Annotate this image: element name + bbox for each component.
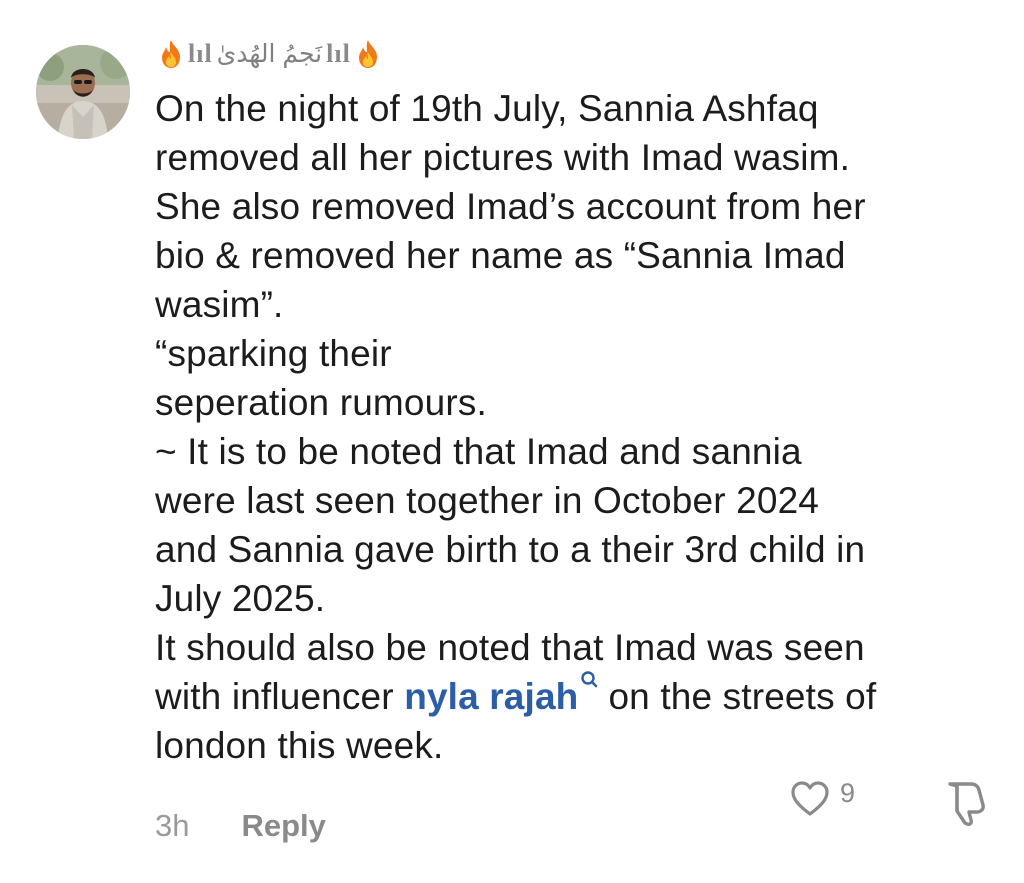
comment-line: london this week.	[155, 725, 444, 766]
comment-line: bio & removed her name as “Sannia Imad	[155, 235, 846, 276]
comment-line: and Sannia gave birth to a their 3rd chi…	[155, 529, 866, 570]
avatar-photo	[36, 45, 130, 139]
fire-emoji-icon	[358, 40, 377, 68]
username-row[interactable]: lıl نَجمُ الهُدیٰ lıl	[158, 32, 381, 76]
like-button[interactable]: 9	[790, 777, 856, 818]
thumbs-down-outline-icon	[948, 782, 985, 826]
avatar[interactable]	[36, 45, 130, 139]
comment-line-with-mention: with influencer nyla rajah on the streets…	[155, 671, 1005, 721]
fire-emoji-icon	[162, 40, 180, 68]
mention-link[interactable]: nyla rajah	[404, 671, 608, 721]
comment-line: seperation rumours.	[155, 382, 487, 423]
comment-line: were last seen together in October 2024	[155, 480, 820, 521]
comment-line: It should also be noted that Imad was se…	[155, 627, 865, 668]
search-icon	[581, 671, 598, 688]
comment-body: On the night of 19th July, Sannia Ashfaq…	[155, 84, 1005, 770]
comment-line: “sparking their	[155, 333, 392, 374]
reply-button[interactable]: Reply	[241, 808, 325, 844]
comment-line: On the night of 19th July, Sannia Ashfaq	[155, 88, 819, 129]
comment-line: July 2025.	[155, 578, 326, 619]
heart-outline-icon	[791, 781, 829, 816]
timestamp: 3h	[155, 808, 190, 843]
username[interactable]: نَجمُ الهُدیٰ	[217, 39, 322, 69]
comment-line: wasim”.	[155, 284, 284, 325]
comment-line: She also removed Imad’s account from her	[155, 186, 866, 227]
like-count: 9	[840, 777, 856, 808]
mention-prefix: with influencer	[155, 676, 405, 717]
comment-line: ~ It is to be noted that Imad and sannia	[155, 431, 802, 472]
mention-text[interactable]: nyla rajah	[404, 672, 578, 721]
username-decoration-left: lıl	[326, 39, 351, 68]
comment: lıl نَجمُ الهُدیٰ lıl On the night of 19…	[0, 0, 1024, 883]
comment-line: removed all her pictures with Imad wasim…	[155, 137, 851, 178]
comment-footer: 3h Reply	[155, 802, 326, 850]
username-decoration-right: lıl	[188, 39, 213, 68]
dislike-button[interactable]	[945, 778, 991, 831]
mention-suffix: on the streets of	[608, 676, 877, 717]
